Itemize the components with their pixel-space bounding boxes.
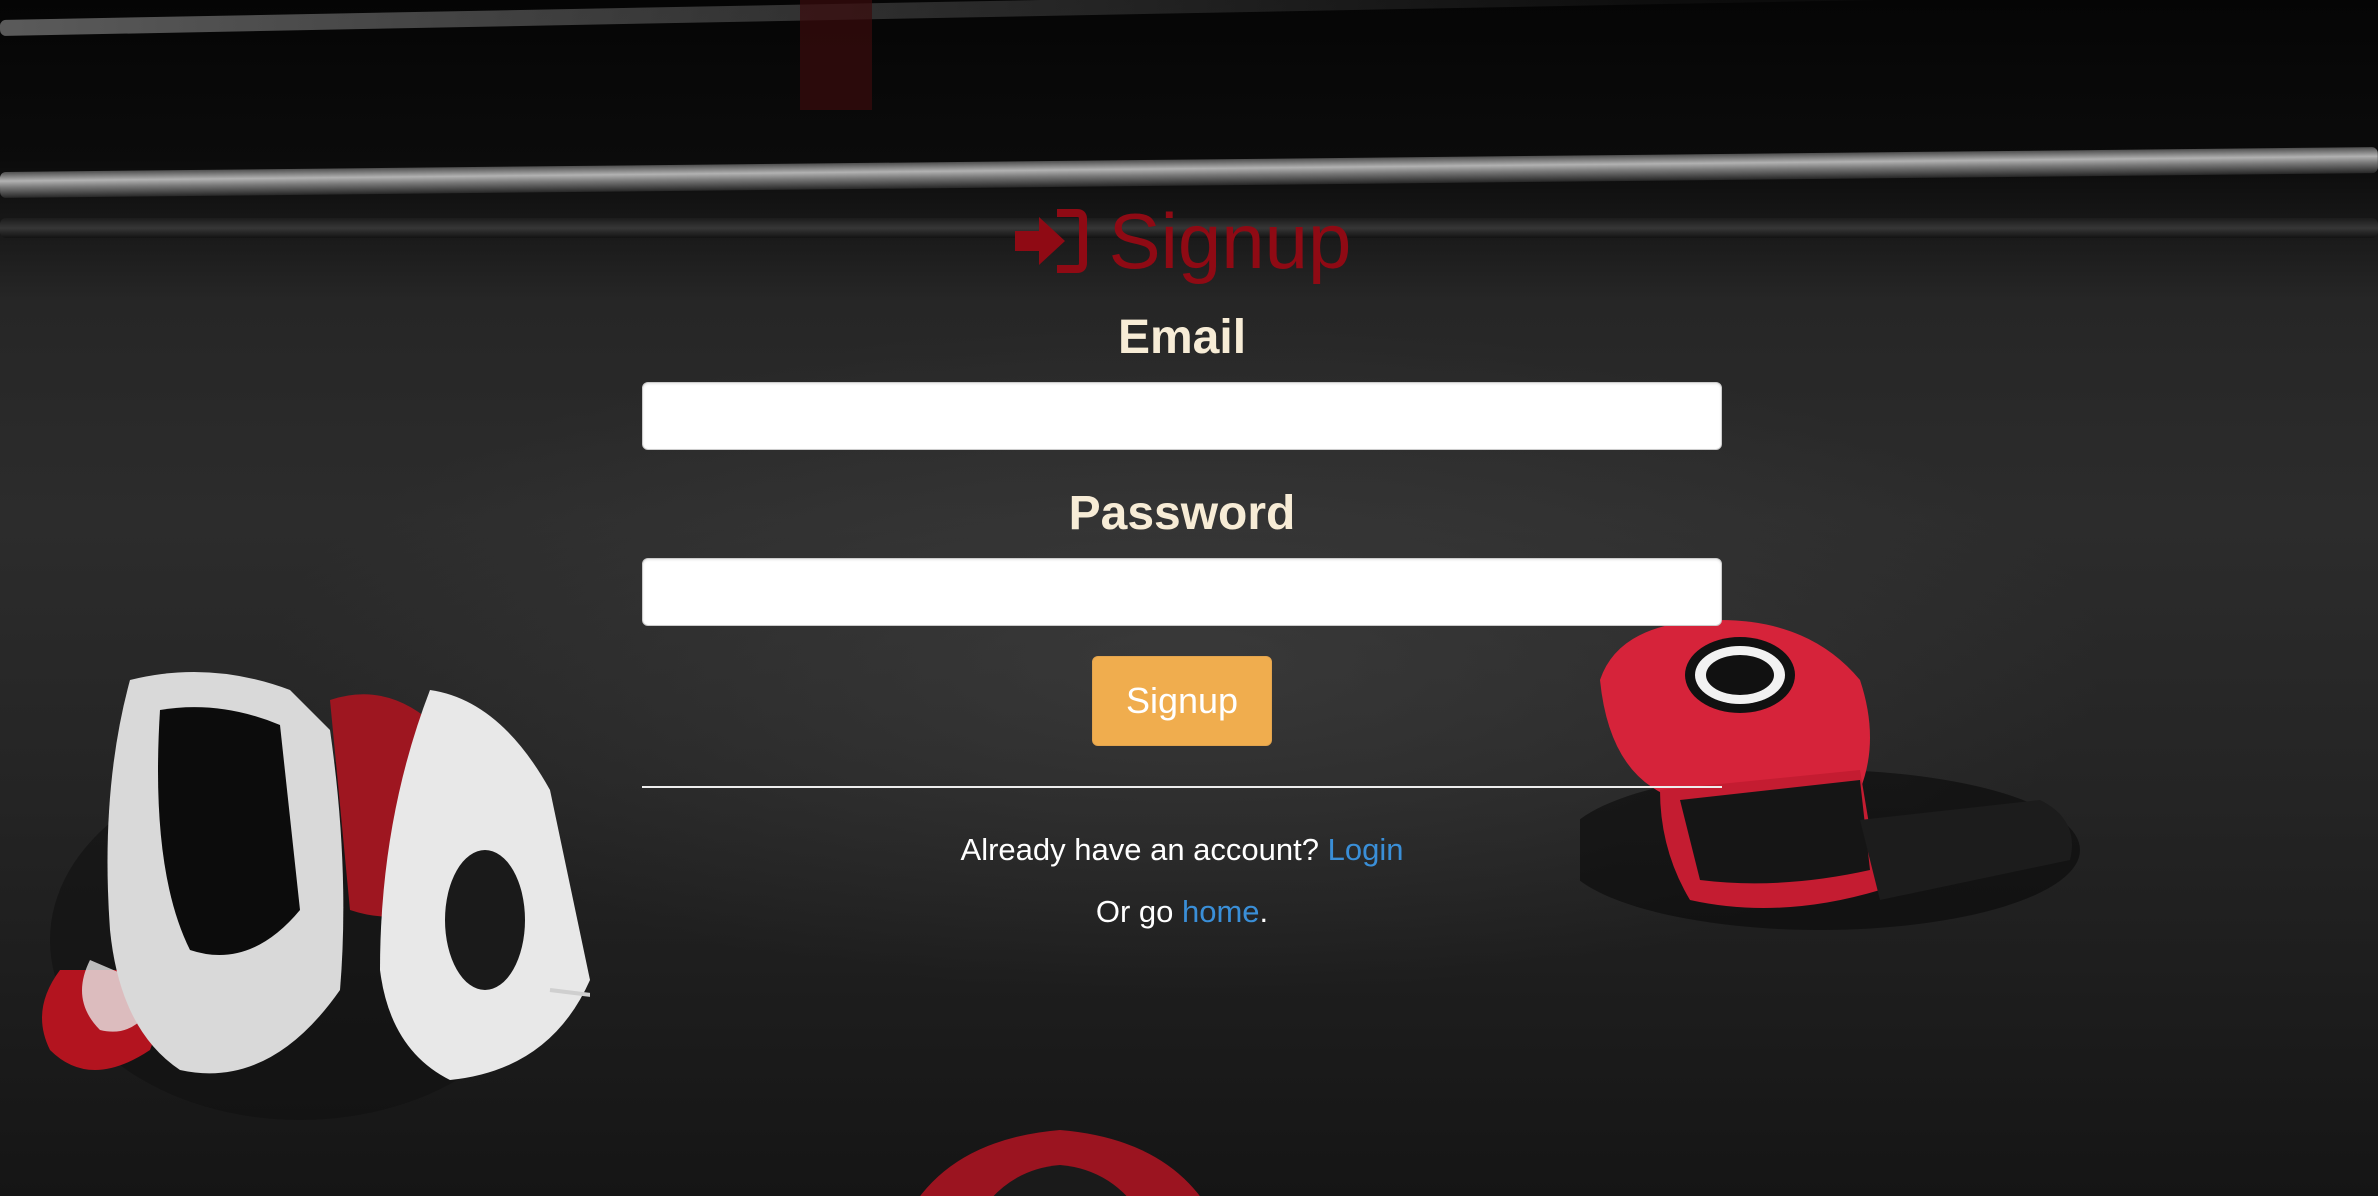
divider bbox=[642, 786, 1722, 788]
login-prompt: Already have an account? Login bbox=[642, 830, 1722, 870]
home-prompt-text: Or go bbox=[1095, 894, 1174, 929]
login-prompt-text: Already have an account? bbox=[960, 832, 1319, 867]
password-label: Password bbox=[1068, 487, 1296, 540]
page-title: Signup bbox=[642, 196, 1722, 286]
home-link[interactable]: home bbox=[1182, 894, 1260, 929]
email-field[interactable] bbox=[642, 382, 1722, 450]
ring-corner-pad bbox=[800, 0, 872, 110]
sign-in-icon bbox=[1014, 209, 1087, 273]
signup-button[interactable]: Signup bbox=[1092, 656, 1272, 746]
login-link[interactable]: Login bbox=[1328, 832, 1404, 867]
page-title-text: Signup bbox=[1108, 197, 1352, 285]
home-prompt: Or go home. bbox=[642, 892, 1722, 932]
password-field[interactable] bbox=[642, 558, 1722, 626]
ring-rope-top bbox=[0, 0, 2378, 36]
headgear-and-glove-image bbox=[42, 672, 590, 1120]
glove-bottom-image bbox=[920, 1130, 1200, 1196]
ring-rope-middle bbox=[0, 147, 2378, 198]
home-prompt-suffix: . bbox=[1259, 894, 1269, 929]
email-label: Email bbox=[1117, 311, 1247, 364]
